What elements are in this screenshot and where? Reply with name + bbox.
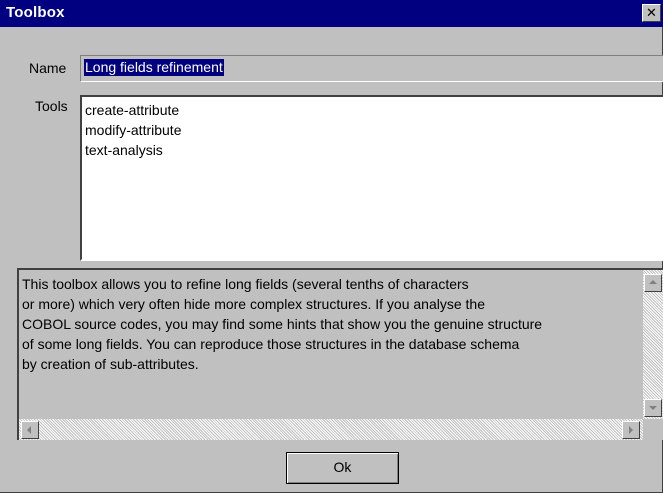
ok-button[interactable]: Ok — [286, 452, 399, 484]
description-line: or more) which very often hide more comp… — [22, 296, 485, 312]
horizontal-scrollbar[interactable] — [19, 419, 643, 440]
description-text: This toolbox allows you to refine long f… — [19, 270, 643, 419]
tools-list[interactable]: create-attribute modify-attribute text-a… — [80, 95, 663, 261]
title-bar[interactable]: Toolbox ✕ — [0, 0, 663, 27]
name-label: Name — [29, 60, 67, 76]
close-icon: ✕ — [646, 5, 657, 20]
scroll-left-button[interactable] — [21, 421, 39, 439]
vertical-scrollbar[interactable] — [643, 270, 663, 419]
tools-label: Tools — [35, 98, 68, 114]
scrollbar-corner — [643, 419, 663, 440]
scroll-right-arrow-icon — [629, 426, 633, 434]
description-line: of some long fields. You can reproduce t… — [22, 336, 520, 352]
scroll-left-arrow-icon — [27, 426, 31, 434]
scroll-down-button[interactable] — [644, 399, 662, 417]
window-title: Toolbox — [6, 4, 65, 21]
description-line: COBOL source codes, you may find some hi… — [22, 316, 543, 332]
scroll-right-button[interactable] — [622, 421, 640, 439]
scroll-up-arrow-icon — [649, 280, 657, 284]
scroll-up-button[interactable] — [644, 274, 662, 292]
description-box[interactable]: This toolbox allows you to refine long f… — [17, 268, 663, 440]
description-line: This toolbox allows you to refine long f… — [22, 276, 469, 292]
scroll-down-arrow-icon — [649, 406, 657, 410]
tools-list-item[interactable]: modify-attribute — [85, 120, 663, 140]
name-field[interactable]: Long fields refinement — [80, 55, 663, 82]
tools-list-item[interactable]: text-analysis — [85, 140, 663, 160]
tools-list-item[interactable]: create-attribute — [85, 100, 663, 120]
close-button[interactable]: ✕ — [642, 4, 661, 22]
toolbox-dialog: Toolbox ✕ Name Long fields refinement To… — [0, 0, 663, 493]
name-value: Long fields refinement — [84, 59, 224, 76]
description-line: by creation of sub-attributes. — [22, 356, 199, 372]
